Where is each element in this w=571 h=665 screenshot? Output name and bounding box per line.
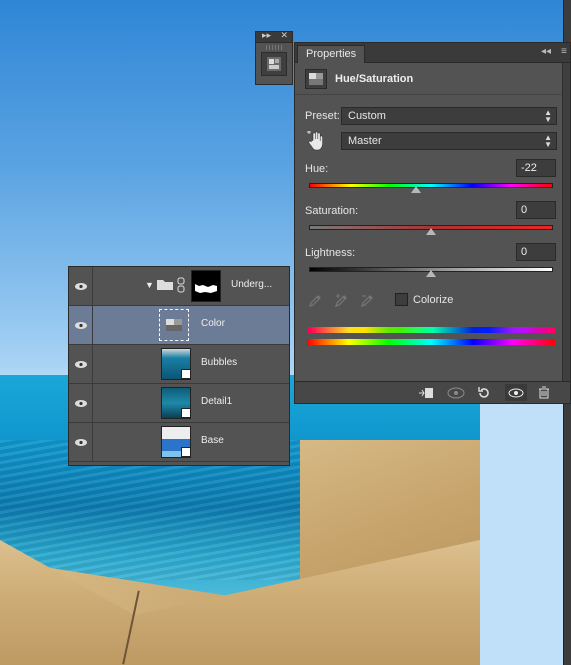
layers-panel: ▼ Underg... Color Bubbles Detail1 Base bbox=[68, 266, 290, 466]
smart-object-badge-icon bbox=[181, 408, 191, 418]
layer-name: Bubbles bbox=[201, 357, 238, 368]
mini-panel-titlebar[interactable]: ▸▸ ✕ bbox=[256, 30, 292, 43]
hue-label: Hue: bbox=[305, 163, 329, 175]
hue-saturation-icon bbox=[305, 68, 327, 89]
colorize-checkbox[interactable] bbox=[395, 293, 408, 306]
properties-footer bbox=[295, 381, 570, 403]
output-color-bar bbox=[307, 339, 555, 345]
layer-name: Base bbox=[201, 435, 224, 446]
toggle-visibility-icon[interactable] bbox=[505, 384, 527, 401]
adjustment-title: Hue/Saturation bbox=[335, 72, 414, 85]
hue-input[interactable]: -22 bbox=[516, 159, 556, 177]
layer-row-smart-object[interactable]: Base bbox=[69, 423, 289, 462]
lightness-slider-thumb[interactable] bbox=[426, 270, 436, 277]
layer-row-group[interactable]: ▼ Underg... bbox=[69, 267, 289, 306]
dropdown-arrows-icon: ▲ ▼ bbox=[544, 108, 552, 124]
layer-row-smart-object[interactable]: Bubbles bbox=[69, 345, 289, 384]
layer-name: Detail1 bbox=[201, 396, 233, 407]
chain-link-icon[interactable] bbox=[177, 277, 185, 296]
properties-tabbar: Properties ◂◂ ≡ bbox=[295, 43, 570, 63]
mini-panel-expand-button[interactable]: ▸▸ bbox=[262, 30, 271, 41]
subtract-from-sample-eyedropper-icon[interactable] bbox=[359, 291, 377, 309]
targeted-adjustment-hand-icon[interactable] bbox=[307, 130, 325, 151]
colorize-label: Colorize bbox=[413, 294, 454, 306]
mini-panel-close-button[interactable]: ✕ bbox=[280, 30, 288, 41]
layer-name: Color bbox=[201, 318, 225, 329]
saturation-slider-thumb[interactable] bbox=[426, 228, 436, 235]
saturation-label: Saturation: bbox=[305, 205, 359, 217]
preset-dropdown[interactable]: Custom ▲ ▼ bbox=[341, 107, 557, 125]
visibility-eye-icon[interactable] bbox=[69, 306, 93, 344]
channel-value: Master bbox=[348, 135, 382, 147]
panel-scrollbar[interactable] bbox=[562, 63, 570, 383]
layer-row-smart-object[interactable]: Detail1 bbox=[69, 384, 289, 423]
lightness-label: Lightness: bbox=[305, 247, 356, 259]
panel-menu-button[interactable]: ≡ bbox=[561, 46, 567, 57]
channel-dropdown[interactable]: Master ▲ ▼ bbox=[341, 132, 557, 150]
lightness-input[interactable]: 0 bbox=[516, 243, 556, 261]
tab-properties[interactable]: Properties bbox=[297, 45, 366, 63]
smart-object-badge-icon bbox=[181, 447, 191, 457]
panel-collapse-button[interactable]: ◂◂ bbox=[541, 46, 551, 57]
delete-icon[interactable] bbox=[533, 384, 555, 401]
eyedropper-icon[interactable] bbox=[307, 291, 325, 309]
visibility-eye-icon[interactable] bbox=[69, 423, 93, 461]
group-expand-arrow-icon[interactable]: ▼ bbox=[145, 280, 154, 290]
layer-name: Underg... bbox=[231, 279, 273, 290]
clip-to-layer-icon[interactable] bbox=[415, 384, 437, 401]
smart-object-badge-icon bbox=[181, 369, 191, 379]
visibility-eye-icon[interactable] bbox=[69, 267, 93, 305]
hue-slider-thumb[interactable] bbox=[411, 186, 422, 193]
adjustment-layer-thumbnail[interactable] bbox=[159, 309, 189, 341]
saturation-input[interactable]: 0 bbox=[516, 201, 556, 219]
visibility-eye-icon[interactable] bbox=[69, 384, 93, 422]
collapsed-properties-panel[interactable]: ▸▸ ✕ bbox=[255, 30, 293, 85]
properties-panel: Properties ◂◂ ≡ Hue/Saturation Preset: C… bbox=[294, 42, 571, 404]
folder-icon bbox=[156, 278, 174, 294]
input-color-bar bbox=[307, 327, 555, 333]
hue-slider-track[interactable] bbox=[309, 183, 553, 188]
adjustment-header: Hue/Saturation bbox=[295, 63, 570, 95]
preset-value: Custom bbox=[348, 110, 386, 122]
view-previous-state-icon[interactable] bbox=[445, 384, 467, 401]
properties-cube-icon[interactable] bbox=[261, 52, 287, 76]
mini-panel-grip[interactable] bbox=[266, 45, 282, 50]
layer-row-adjustment[interactable]: Color bbox=[69, 306, 289, 345]
reset-icon[interactable] bbox=[473, 384, 495, 401]
visibility-eye-icon[interactable] bbox=[69, 345, 93, 383]
add-to-sample-eyedropper-icon[interactable] bbox=[333, 291, 351, 309]
group-mask-thumbnail[interactable] bbox=[191, 270, 221, 302]
dropdown-arrows-icon: ▲ ▼ bbox=[544, 133, 552, 149]
preset-label: Preset: bbox=[305, 110, 340, 122]
